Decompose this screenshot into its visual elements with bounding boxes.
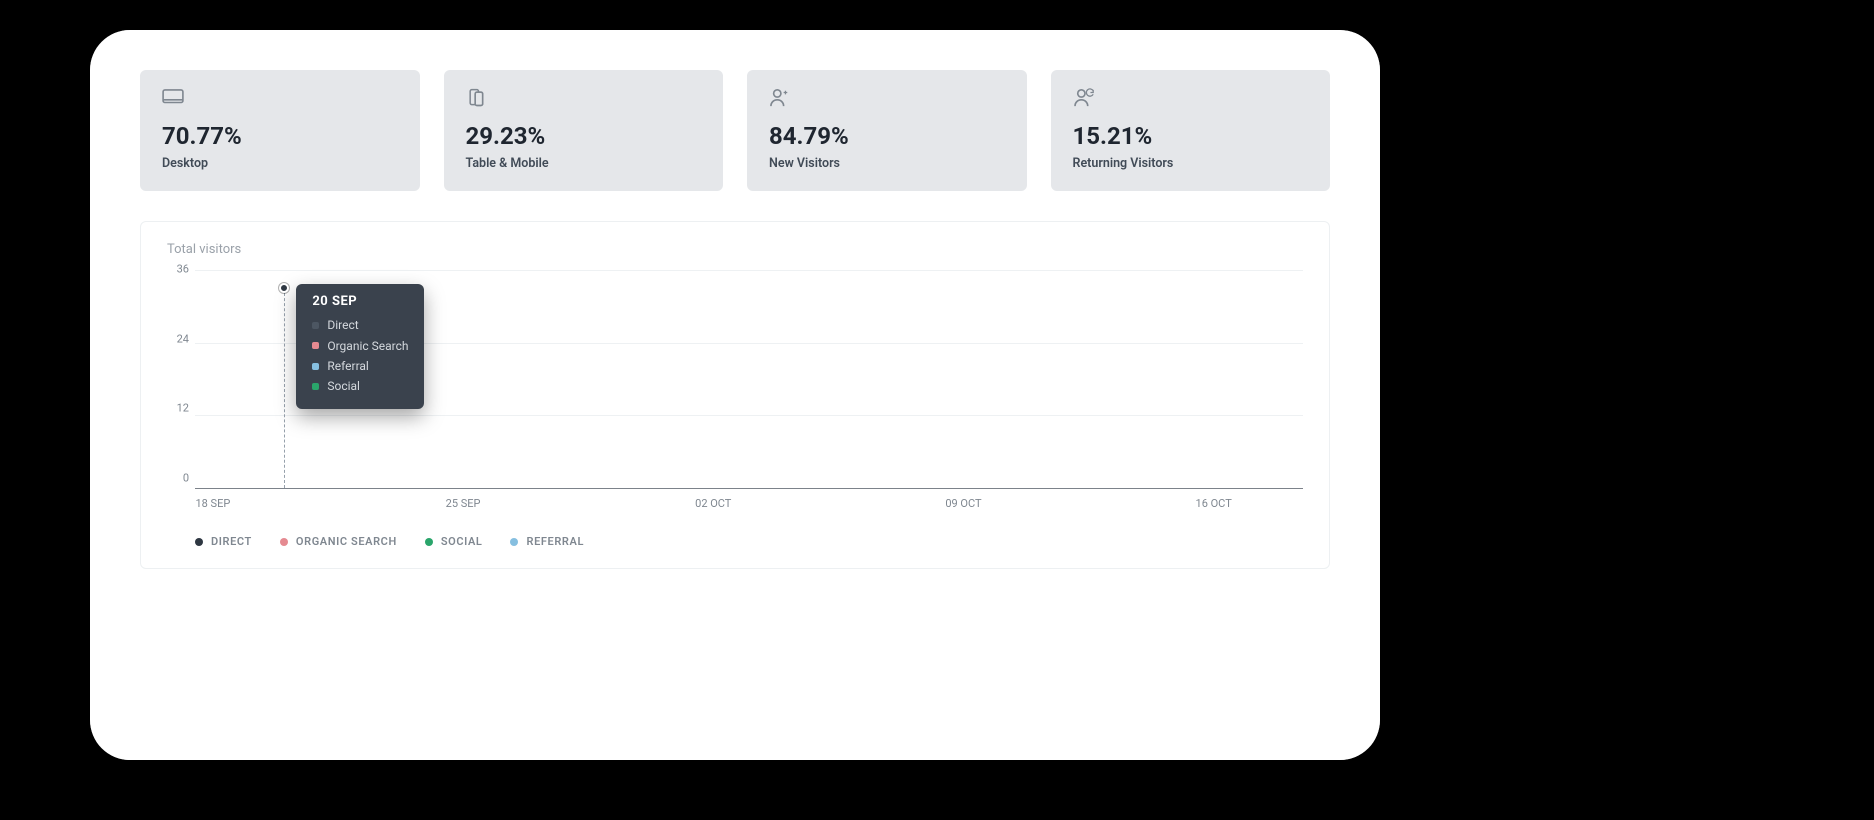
y-tick: 12 [177, 403, 189, 414]
tooltip-row-label: Referral [327, 356, 369, 376]
dashboard-panel: 70.77% Desktop 29.23% Table & Mobile [90, 30, 1380, 760]
kpi-row: 70.77% Desktop 29.23% Table & Mobile [140, 70, 1330, 191]
kpi-card-new-visitors[interactable]: 84.79% New Visitors [747, 70, 1027, 191]
x-tick: 02 OCT [695, 497, 731, 510]
x-tick: 16 OCT [1196, 497, 1232, 510]
legend-item-referral[interactable]: REFERRAL [510, 535, 584, 548]
tooltip-row-referral: Referral [312, 356, 408, 376]
legend-label: SOCIAL [441, 535, 483, 548]
tooltip-dot-icon [312, 342, 319, 349]
y-tick: 0 [183, 472, 189, 483]
returning-visitor-icon [1073, 88, 1309, 108]
chart-title: Total visitors [167, 242, 1303, 257]
legend-dot-icon [280, 538, 288, 546]
kpi-label: Desktop [162, 156, 398, 171]
tooltip-row-label: Direct [327, 315, 358, 335]
chart-plot[interactable]: 20 SEP DirectOrganic SearchReferralSocial [195, 269, 1303, 489]
tooltip-dot-icon [312, 363, 319, 370]
legend-item-direct[interactable]: DIRECT [195, 535, 252, 548]
chart-area: 3624120 20 SEPDirectOrganic SearchReferr… [167, 269, 1303, 489]
chart-legend: DIRECT ORGANIC SEARCH SOCIAL REFERRAL [195, 535, 1303, 548]
tooltip-row-label: Organic Search [327, 336, 408, 356]
legend-dot-icon [425, 538, 433, 546]
x-tick: 09 OCT [945, 497, 981, 510]
desktop-icon [162, 88, 398, 108]
tooltip-row-direct: Direct [312, 315, 408, 335]
mobile-icon [466, 88, 702, 108]
tooltip-row-organic: Organic Search [312, 336, 408, 356]
y-tick: 36 [177, 264, 189, 275]
y-axis: 3624120 [167, 269, 195, 489]
tooltip-dot-icon [312, 322, 319, 329]
tooltip-marker-icon [279, 283, 289, 293]
x-tick: 18 SEP [195, 497, 230, 510]
legend-dot-icon [510, 538, 518, 546]
kpi-card-mobile[interactable]: 29.23% Table & Mobile [444, 70, 724, 191]
chart-tooltip: 20 SEP DirectOrganic SearchReferralSocial [296, 284, 424, 409]
tooltip-title: 20 SEP [312, 294, 408, 309]
kpi-label: New Visitors [769, 156, 1005, 171]
new-visitor-icon [769, 88, 1005, 108]
kpi-value: 84.79% [769, 122, 1005, 150]
legend-item-organic[interactable]: ORGANIC SEARCH [280, 535, 397, 548]
kpi-value: 15.21% [1073, 122, 1309, 150]
kpi-value: 29.23% [466, 122, 702, 150]
kpi-label: Table & Mobile [466, 156, 702, 171]
kpi-value: 70.77% [162, 122, 398, 150]
kpi-card-desktop[interactable]: 70.77% Desktop [140, 70, 420, 191]
kpi-card-returning-visitors[interactable]: 15.21% Returning Visitors [1051, 70, 1331, 191]
legend-label: ORGANIC SEARCH [296, 535, 397, 548]
y-tick: 24 [177, 333, 189, 344]
legend-label: REFERRAL [526, 535, 584, 548]
x-tick: 25 SEP [446, 497, 481, 510]
tooltip-row-social: Social [312, 376, 408, 396]
x-axis: 18 SEP 25 SEP 02 OCT 09 OCT 16 OCT [195, 497, 1303, 513]
legend-dot-icon [195, 538, 203, 546]
chart-card: Total visitors 36 24 12 0 20 SEP DirectOrgan… [140, 221, 1330, 569]
legend-label: DIRECT [211, 535, 252, 548]
legend-item-social[interactable]: SOCIAL [425, 535, 483, 548]
tooltip-row-label: Social [327, 376, 360, 396]
kpi-label: Returning Visitors [1073, 156, 1309, 171]
tooltip-dot-icon [312, 383, 319, 390]
tooltip-guideline [284, 288, 285, 488]
